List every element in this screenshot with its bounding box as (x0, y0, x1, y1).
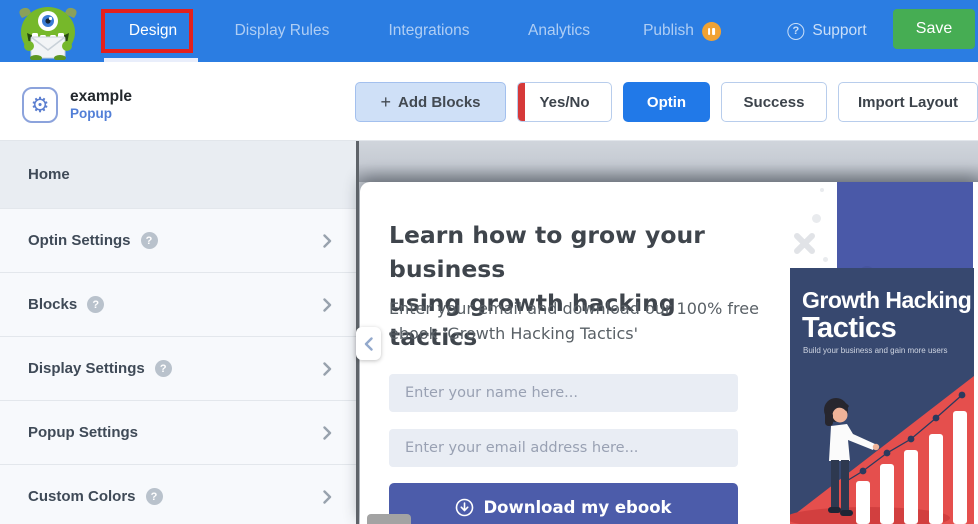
download-ebook-button[interactable]: Download my ebook (389, 483, 738, 524)
help-icon[interactable]: ? (154, 360, 172, 377)
decorative-dot (823, 257, 828, 262)
cover-title-line1: Growth Hacking (802, 287, 971, 313)
sidebar-item-popup-settings[interactable]: Popup Settings (0, 401, 356, 465)
annotation-highlight-box (101, 9, 193, 53)
help-icon[interactable]: ? (140, 232, 158, 249)
top-navigation-bar: Design Display Rules Integrations Analyt… (0, 0, 978, 62)
tab-display-rules[interactable]: Display Rules (235, 0, 330, 62)
sidebar-item-display-settings[interactable]: Display Settings ? (0, 337, 356, 401)
download-circle-icon (456, 498, 474, 516)
plus-icon: + (380, 91, 391, 112)
popup-preview: Learn how to grow your business using gr… (360, 182, 978, 524)
tab-publish[interactable]: Publish (643, 0, 721, 62)
sidebar-item-blocks[interactable]: Blocks ? (0, 273, 356, 337)
close-icon[interactable] (793, 232, 816, 255)
support-link[interactable]: ? Support (787, 0, 867, 62)
yesno-accent-stripe (518, 83, 525, 121)
chevron-right-icon (323, 489, 332, 504)
chevron-right-icon (323, 361, 332, 376)
name-field[interactable] (389, 374, 738, 412)
sidebar-item-custom-colors[interactable]: Custom Colors ? (0, 465, 356, 524)
ebook-cover-image: Growth Hacking Tactics Build your busine… (790, 268, 974, 524)
tab-analytics[interactable]: Analytics (528, 0, 590, 62)
sidebar-item-optin-settings[interactable]: Optin Settings ? (0, 209, 356, 273)
view-button-yesno[interactable]: Yes/No (517, 82, 612, 122)
chevron-right-icon (323, 297, 332, 312)
chevron-right-icon (323, 425, 332, 440)
save-button[interactable]: Save (893, 9, 975, 49)
cover-title-line2: Tactics (802, 312, 896, 344)
decorative-dot (820, 188, 824, 192)
campaign-settings-gear-icon[interactable]: ⚙ (22, 87, 58, 123)
import-layout-button[interactable]: Import Layout (838, 82, 978, 122)
chevron-left-icon (364, 336, 373, 351)
help-icon[interactable]: ? (145, 488, 163, 505)
canvas-background (359, 141, 978, 182)
design-sidebar: Home Optin Settings ? Blocks ? Display S… (0, 141, 356, 524)
decorative-dot (812, 214, 821, 223)
campaign-type: Popup (70, 106, 112, 121)
paused-status-icon (701, 21, 721, 41)
preview-canvas: Learn how to grow your business using gr… (356, 141, 978, 524)
sidebar-collapse-button[interactable] (356, 327, 381, 360)
chevron-right-icon (323, 233, 332, 248)
add-blocks-button[interactable]: + Add Blocks (355, 82, 506, 122)
help-icon[interactable]: ? (87, 296, 105, 313)
view-button-success[interactable]: Success (721, 82, 827, 122)
campaign-toolbar: ⚙ example Popup + Add Blocks Yes/No Opti… (0, 62, 978, 141)
optinmonster-logo-icon[interactable] (14, 4, 82, 60)
cover-subtitle: Build your business and gain more users (803, 346, 948, 355)
tab-integrations[interactable]: Integrations (389, 0, 470, 62)
popup-description[interactable]: Enter your email and download our 100% f… (389, 296, 779, 346)
view-button-optin[interactable]: Optin (623, 82, 710, 122)
preview-bottom-left-control[interactable] (367, 514, 411, 524)
sidebar-item-home[interactable]: Home (0, 141, 356, 209)
optinmonster-builder: Design Display Rules Integrations Analyt… (0, 0, 978, 524)
email-field[interactable] (389, 429, 738, 467)
campaign-name: example (70, 88, 133, 105)
question-circle-icon: ? (787, 22, 805, 40)
